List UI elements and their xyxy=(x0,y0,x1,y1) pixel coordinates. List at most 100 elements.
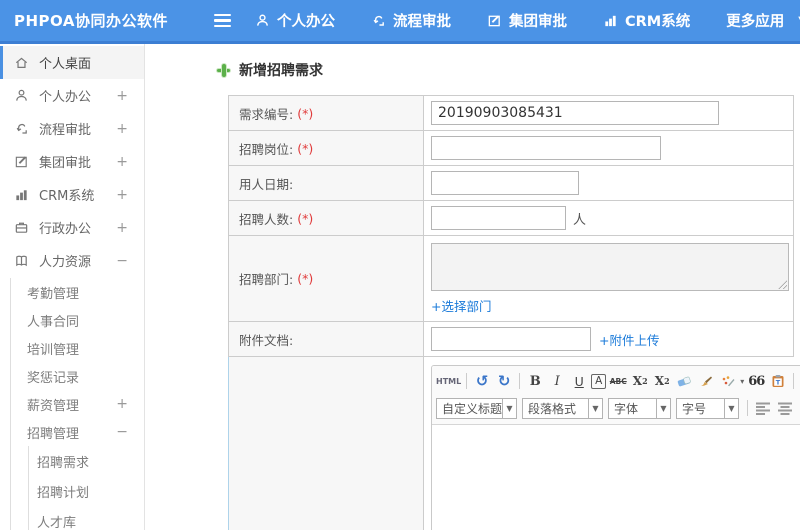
sidebar-item-label: 考勤管理 xyxy=(27,286,80,302)
bold-button[interactable]: B xyxy=(525,371,545,391)
sidebar-item-label: 招聘管理 xyxy=(27,426,80,442)
caret-down-icon[interactable]: ▾ xyxy=(740,377,744,386)
bar-chart-icon xyxy=(14,187,30,202)
req-no-input[interactable] xyxy=(431,101,719,125)
caret-down-icon: ▼ xyxy=(592,403,599,413)
sidebar-item-label: CRM系统 xyxy=(39,189,95,204)
plus-icon xyxy=(217,63,230,77)
sidebar: 个人桌面 个人办公 + 流程审批 + 集团审批 + CRM系统 + 行政办公 +… xyxy=(0,44,145,530)
sidebar-item-recruit-plan[interactable]: 招聘计划 xyxy=(29,476,144,506)
font-family-dropdown[interactable]: 字体 ▼ xyxy=(608,397,671,419)
hr-submenu: 考勤管理 人事合同 培训管理 奖惩记录 薪资管理 + 招聘管理 − 招聘需求 招… xyxy=(10,278,144,530)
unit-suffix: 人 xyxy=(573,212,587,228)
hire-date-input[interactable] xyxy=(431,171,579,195)
editor-content-area[interactable] xyxy=(432,425,800,530)
topnav-crm-system[interactable]: CRM系统 xyxy=(603,10,690,31)
topnav-label: CRM系统 xyxy=(625,14,691,30)
expand-toggle[interactable]: + xyxy=(116,396,128,412)
sidebar-item-human-resources[interactable]: 人力资源 − xyxy=(0,244,144,277)
form-row-attachment: 附件文档: +附件上传 xyxy=(228,322,794,357)
italic-button[interactable]: I xyxy=(547,371,567,391)
topnav-label: 个人办公 xyxy=(277,14,335,30)
bar-chart-icon xyxy=(603,13,618,28)
sidebar-item-process-approval[interactable]: 流程审批 + xyxy=(0,112,144,145)
sidebar-item-label: 行政办公 xyxy=(39,222,92,237)
format-brush-icon[interactable] xyxy=(696,371,716,391)
align-center-icon[interactable] xyxy=(775,398,795,418)
editor-toolbar: HTML ↺ ↻ B I U A ABC X2 X2 ▾ 66 T 自定义标题 … xyxy=(432,366,800,425)
sidebar-item-hr-contract[interactable]: 人事合同 xyxy=(11,306,144,334)
sidebar-item-training-mgmt[interactable]: 培训管理 xyxy=(11,334,144,362)
sidebar-item-attendance-mgmt[interactable]: 考勤管理 xyxy=(11,278,144,306)
recruit-submenu: 招聘需求 招聘计划 人才库 xyxy=(28,446,144,530)
undo-icon[interactable]: ↺ xyxy=(472,371,492,391)
sidebar-item-recruit-mgmt[interactable]: 招聘管理 − xyxy=(11,418,144,446)
align-left-icon[interactable] xyxy=(753,398,773,418)
redo-icon[interactable]: ↻ xyxy=(494,371,514,391)
page-header: 新增招聘需求 xyxy=(217,60,800,80)
collapse-toggle[interactable]: − xyxy=(116,424,128,440)
sidebar-item-personal-desktop[interactable]: 个人桌面 xyxy=(0,46,144,79)
strikethrough-button[interactable]: ABC xyxy=(608,371,628,391)
custom-title-dropdown[interactable]: 自定义标题 ▼ xyxy=(436,397,517,419)
select-dept-link[interactable]: +选择部门 xyxy=(431,296,491,315)
headcount-input[interactable] xyxy=(431,206,566,230)
expand-toggle[interactable]: + xyxy=(116,187,128,203)
eraser-icon[interactable] xyxy=(674,371,694,391)
sidebar-item-salary-mgmt[interactable]: 薪资管理 + xyxy=(11,390,144,418)
collapse-toggle[interactable]: − xyxy=(116,253,128,269)
job-title-input[interactable] xyxy=(431,136,661,160)
expand-toggle[interactable]: + xyxy=(116,121,128,137)
dept-textarea[interactable] xyxy=(431,243,789,291)
form-row-count: 招聘人数: (*) 人 xyxy=(228,201,794,236)
sidebar-item-group-approval[interactable]: 集团审批 + xyxy=(0,145,144,178)
expand-toggle[interactable]: + xyxy=(116,154,128,170)
sidebar-item-admin-office[interactable]: 行政办公 + xyxy=(0,211,144,244)
process-icon xyxy=(14,121,30,136)
topbar: PHPOA协同办公软件 个人办公 流程审批 集团审批 CRM系统 更多应用 xyxy=(0,0,800,44)
sidebar-item-label: 招聘计划 xyxy=(37,485,90,501)
superscript-button[interactable]: X2 xyxy=(630,371,650,391)
paste-icon[interactable]: T xyxy=(768,371,788,391)
topnav-group-approval[interactable]: 集团审批 xyxy=(487,10,567,31)
upload-attachment-link[interactable]: +附件上传 xyxy=(599,330,659,349)
attachment-input[interactable] xyxy=(431,327,591,351)
required-mark: (*) xyxy=(297,271,314,286)
page-title: 新增招聘需求 xyxy=(239,63,323,79)
expand-toggle[interactable]: + xyxy=(116,220,128,236)
edit-icon xyxy=(487,13,502,28)
sidebar-item-personal-office[interactable]: 个人办公 + xyxy=(0,79,144,112)
process-icon xyxy=(371,13,386,28)
form-row-job: 招聘岗位: (*) xyxy=(228,131,794,166)
subscript-button[interactable]: X2 xyxy=(652,371,672,391)
text-color-brush-icon[interactable] xyxy=(718,371,738,391)
field-label: 招聘部门: (*) xyxy=(228,236,424,321)
sidebar-item-recruit-demand[interactable]: 招聘需求 xyxy=(29,446,144,476)
expand-toggle[interactable]: + xyxy=(116,88,128,104)
sidebar-item-talent-pool[interactable]: 人才库 xyxy=(29,506,144,530)
recruit-demand-form: 需求编号: (*) 招聘岗位: (*) 用人日期: xyxy=(228,95,800,530)
topnav-personal-office[interactable]: 个人办公 xyxy=(255,10,335,31)
sidebar-item-label: 人才库 xyxy=(37,515,77,530)
sidebar-item-reward-punish[interactable]: 奖惩记录 xyxy=(11,362,144,390)
caret-down-icon: ▼ xyxy=(728,403,735,413)
paragraph-format-dropdown[interactable]: 段落格式 ▼ xyxy=(522,397,603,419)
font-size-dropdown[interactable]: 字号 ▼ xyxy=(676,397,739,419)
char-border-button[interactable]: A xyxy=(591,373,607,389)
html-source-button[interactable]: HTML xyxy=(436,371,461,391)
blockquote-button[interactable]: 66 xyxy=(746,371,766,391)
sidebar-item-label: 集团审批 xyxy=(39,156,92,171)
underline-button[interactable]: U xyxy=(569,371,589,391)
form-row-job-requirements: 岗位要求: (*) HTML ↺ ↻ B I xyxy=(228,357,800,530)
caret-down-icon: ▼ xyxy=(506,403,513,413)
hamburger-menu-icon[interactable] xyxy=(214,13,231,28)
sidebar-item-crm-system[interactable]: CRM系统 + xyxy=(0,178,144,211)
edit-icon xyxy=(14,154,30,169)
topnav-process-approval[interactable]: 流程审批 xyxy=(371,10,451,31)
field-label: 招聘岗位: (*) xyxy=(228,131,424,165)
caret-down-icon: ▼ xyxy=(660,403,667,413)
topnav-label: 更多应用 xyxy=(726,14,785,30)
topnav-more-apps[interactable]: 更多应用 xyxy=(726,10,784,31)
topnav-label: 流程审批 xyxy=(393,14,451,30)
required-mark: (*) xyxy=(297,140,314,156)
